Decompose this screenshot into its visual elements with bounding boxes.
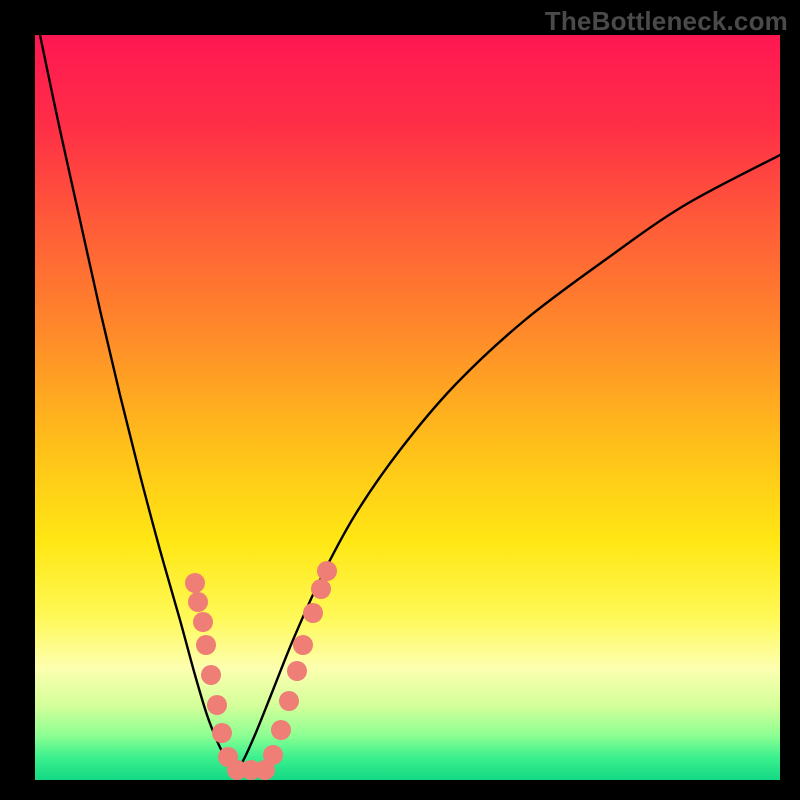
background-gradient	[35, 35, 780, 780]
plot-area	[35, 35, 780, 780]
watermark-text: TheBottleneck.com	[545, 6, 788, 37]
chart-frame: TheBottleneck.com	[0, 0, 800, 800]
